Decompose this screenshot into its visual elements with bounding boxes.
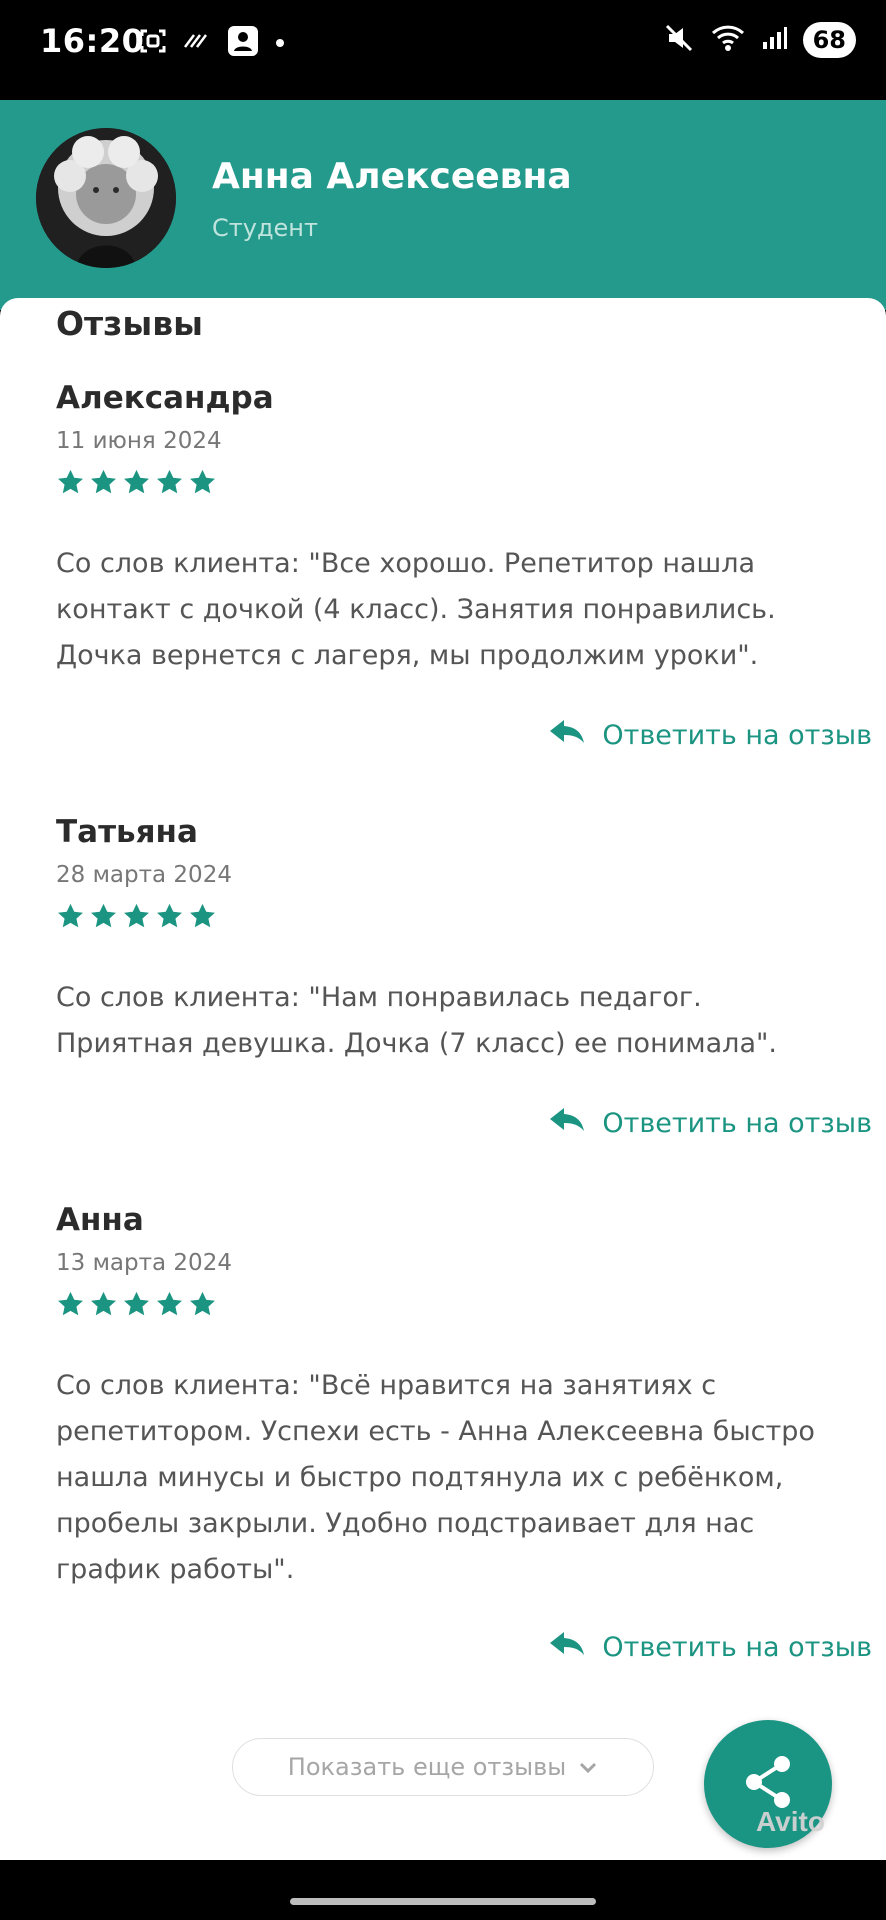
- status-time: 16:20: [40, 22, 145, 60]
- reviews-title: Отзывы: [56, 304, 203, 343]
- review-item: Татьяна 28 марта 2024 Со слов клиента: "…: [56, 814, 846, 1067]
- battery-level: 68: [802, 22, 856, 58]
- star-icon: [58, 469, 83, 494]
- review-item: Александра 11 июня 2024 Со слов клиента:…: [56, 380, 846, 679]
- review-author: Анна: [56, 1202, 144, 1238]
- avatar[interactable]: [36, 128, 176, 268]
- status-right-icons: 68: [663, 22, 856, 58]
- reply-button[interactable]: Ответить на отзыв: [548, 718, 872, 753]
- nfc-icon: [182, 29, 212, 57]
- star-icon: [91, 1291, 116, 1316]
- review-date: 11 июня 2024: [56, 428, 222, 454]
- review-author: Татьяна: [56, 814, 198, 850]
- star-icon: [190, 469, 215, 494]
- home-indicator[interactable]: [290, 1898, 596, 1905]
- profile-header: Анна Алексеевна Студент: [0, 100, 886, 310]
- star-icon: [157, 469, 182, 494]
- signal-icon: [761, 25, 787, 55]
- account-icon: [226, 24, 260, 62]
- reply-icon: [548, 718, 586, 753]
- reply-label: Ответить на отзыв: [602, 720, 872, 751]
- profile-name: Анна Алексеевна: [212, 156, 572, 197]
- reply-button[interactable]: Ответить на отзыв: [548, 1630, 872, 1665]
- star-icon: [190, 1291, 215, 1316]
- chevron-down-icon: [578, 1753, 598, 1781]
- mute-icon: [663, 22, 695, 58]
- show-more-reviews-button[interactable]: Показать еще отзывы: [232, 1738, 654, 1796]
- reply-label: Ответить на отзыв: [602, 1108, 872, 1139]
- reply-button[interactable]: Ответить на отзыв: [548, 1106, 872, 1141]
- profile-role: Студент: [212, 214, 318, 242]
- review-text: Со слов клиента: "Всё нравится на заняти…: [56, 1370, 815, 1585]
- reply-icon: [548, 1106, 586, 1141]
- star-icon: [157, 1291, 182, 1316]
- review-date: 28 марта 2024: [56, 862, 232, 888]
- star-icon: [58, 903, 83, 928]
- rating-stars: [56, 902, 846, 931]
- reviews-card: Отзывы Александра 11 июня 2024 Со слов к…: [0, 298, 886, 1860]
- star-icon: [190, 903, 215, 928]
- star-icon: [124, 903, 149, 928]
- review-author: Александра: [56, 380, 274, 416]
- rating-stars: [56, 1290, 846, 1319]
- wifi-icon: [711, 23, 745, 57]
- review-date: 13 марта 2024: [56, 1250, 232, 1276]
- star-icon: [91, 903, 116, 928]
- reply-icon: [548, 1630, 586, 1665]
- notification-dot-icon: [274, 34, 286, 53]
- star-icon: [91, 469, 116, 494]
- screenshot-icon: [138, 26, 168, 60]
- star-icon: [157, 903, 182, 928]
- status-bar: 16:20 68: [0, 0, 886, 100]
- star-icon: [58, 1291, 83, 1316]
- show-more-label: Показать еще отзывы: [287, 1753, 567, 1781]
- review-item: Анна 13 марта 2024 Со слов клиента: "Всё…: [56, 1202, 846, 1593]
- star-icon: [124, 469, 149, 494]
- reply-label: Ответить на отзыв: [602, 1632, 872, 1663]
- review-text: Со слов клиента: "Все хорошо. Репетитор …: [56, 548, 776, 671]
- navigation-bar: [0, 1860, 886, 1920]
- status-left-icons: [138, 24, 286, 62]
- star-icon: [124, 1291, 149, 1316]
- rating-stars: [56, 468, 846, 497]
- avito-watermark: Avito: [756, 1806, 825, 1837]
- review-text: Со слов клиента: "Нам понравилась педаго…: [56, 982, 777, 1059]
